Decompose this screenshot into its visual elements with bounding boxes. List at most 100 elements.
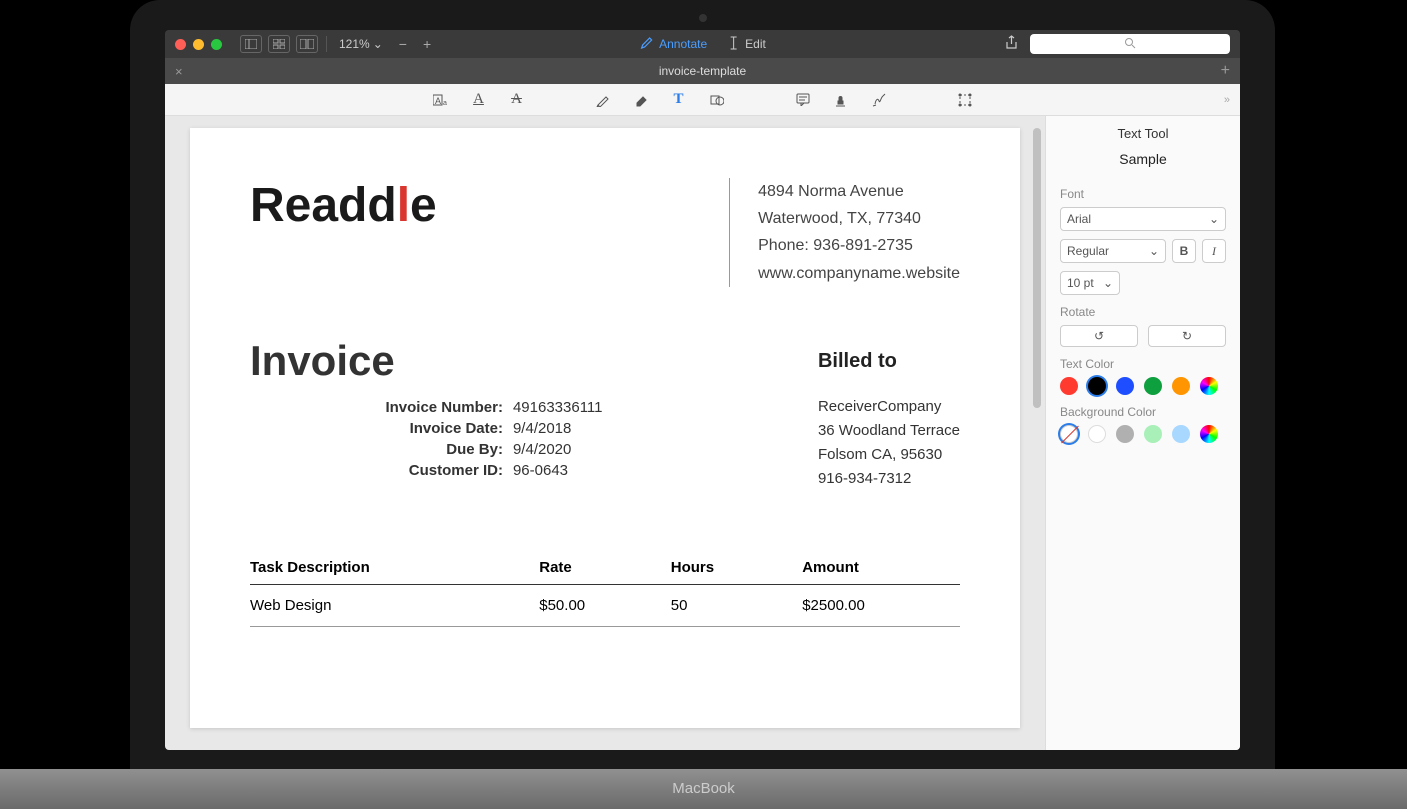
bold-button[interactable]: B xyxy=(1172,239,1196,263)
document-page: Readdle 4894 Norma Avenue Waterwood, TX,… xyxy=(190,128,1020,728)
annotate-mode-button[interactable]: Annotate xyxy=(639,36,707,53)
window-controls xyxy=(175,39,222,50)
billed-to-heading: Billed to xyxy=(818,345,960,377)
tab-title: invoice-template xyxy=(659,64,746,78)
shape-tool[interactable] xyxy=(707,90,727,110)
stamp-tool[interactable] xyxy=(831,90,851,110)
text-color-color-picker[interactable] xyxy=(1200,377,1218,395)
scrollbar[interactable] xyxy=(1033,128,1041,408)
company-phone: Phone: 936-891-2735 xyxy=(758,232,960,259)
bg-color-swatch[interactable] xyxy=(1088,425,1106,443)
tabbar: × invoice-template + xyxy=(165,58,1240,84)
chevron-down-icon: ⌄ xyxy=(1103,276,1113,290)
edit-mode-button[interactable]: Edit xyxy=(727,36,766,53)
sample-text: Sample xyxy=(1060,151,1226,167)
invoice-date-label: Invoice Date: xyxy=(250,420,503,437)
laptop-brand-label: MacBook xyxy=(672,780,735,797)
zoom-in-button[interactable]: + xyxy=(419,36,435,52)
share-button[interactable] xyxy=(1005,35,1018,53)
rotate-ccw-button[interactable]: ↺ xyxy=(1060,325,1138,347)
sidebar-toggle-button[interactable] xyxy=(240,35,262,53)
tab-close-button[interactable]: × xyxy=(165,64,193,79)
font-label: Font xyxy=(1060,187,1226,201)
col-task: Task Description xyxy=(250,559,539,576)
annotation-toolbar: Aa A A T » xyxy=(165,84,1240,116)
zoom-dropdown[interactable]: 121%⌄ xyxy=(335,37,387,51)
rotate-label: Rotate xyxy=(1060,305,1226,319)
billed-to-address-1: 36 Woodland Terrace xyxy=(818,419,960,443)
thumbnails-button[interactable] xyxy=(268,35,290,53)
italic-button[interactable]: I xyxy=(1202,239,1226,263)
svg-text:A: A xyxy=(435,96,441,106)
chevron-down-icon: ⌄ xyxy=(373,37,383,51)
signature-tool[interactable] xyxy=(869,90,889,110)
col-rate: Rate xyxy=(539,559,670,576)
main-area: Readdle 4894 Norma Avenue Waterwood, TX,… xyxy=(165,116,1240,750)
app-window: 121%⌄ − + Annotate Edit xyxy=(165,30,1240,750)
text-tool[interactable]: T xyxy=(669,90,689,110)
window-maximize-button[interactable] xyxy=(211,39,222,50)
cell-task: Web Design xyxy=(250,597,539,614)
bg-color-swatch[interactable] xyxy=(1060,425,1078,443)
text-tool-panel: Text Tool Sample Font Arial⌄ Regular⌄ B … xyxy=(1045,116,1240,750)
document-viewport[interactable]: Readdle 4894 Norma Avenue Waterwood, TX,… xyxy=(165,116,1045,750)
rotate-cw-button[interactable]: ↻ xyxy=(1148,325,1226,347)
invoice-number-value: 49163336111 xyxy=(513,399,738,416)
pen-icon xyxy=(639,36,653,53)
company-info: 4894 Norma Avenue Waterwood, TX, 77340 P… xyxy=(729,178,960,287)
col-amount: Amount xyxy=(802,559,960,576)
bg-color-swatch[interactable] xyxy=(1116,425,1134,443)
tab-add-button[interactable]: + xyxy=(1211,62,1240,80)
text-color-row xyxy=(1060,377,1226,395)
col-hours: Hours xyxy=(671,559,802,576)
font-style-select[interactable]: Regular⌄ xyxy=(1060,239,1166,263)
rotate-cw-icon: ↻ xyxy=(1182,329,1192,343)
text-color-swatch[interactable] xyxy=(1172,377,1190,395)
strikethrough-tool[interactable]: A xyxy=(507,90,527,110)
window-minimize-button[interactable] xyxy=(193,39,204,50)
pencil-tool[interactable] xyxy=(593,90,613,110)
bg-color-color-picker[interactable] xyxy=(1200,425,1218,443)
window-close-button[interactable] xyxy=(175,39,186,50)
search-input[interactable] xyxy=(1030,34,1230,54)
selection-tool[interactable] xyxy=(955,90,975,110)
text-cursor-icon xyxy=(727,36,739,53)
bg-color-swatch[interactable] xyxy=(1144,425,1162,443)
billed-to-phone: 916-934-7312 xyxy=(818,467,960,491)
cell-rate: $50.00 xyxy=(539,597,670,614)
invoice-table: Task Description Rate Hours Amount Web D… xyxy=(250,551,960,627)
text-color-swatch[interactable] xyxy=(1088,377,1106,395)
zoom-out-button[interactable]: − xyxy=(395,36,411,52)
bg-color-row xyxy=(1060,425,1226,443)
due-by-label: Due By: xyxy=(250,441,503,458)
text-color-swatch[interactable] xyxy=(1116,377,1134,395)
collapse-panel-button[interactable]: » xyxy=(1224,94,1230,106)
customer-id-label: Customer ID: xyxy=(250,462,503,479)
cell-hours: 50 xyxy=(671,597,802,614)
text-color-label: Text Color xyxy=(1060,357,1226,371)
bg-color-label: Background Color xyxy=(1060,405,1226,419)
text-color-swatch[interactable] xyxy=(1060,377,1078,395)
text-color-swatch[interactable] xyxy=(1144,377,1162,395)
invoice-number-label: Invoice Number: xyxy=(250,399,503,416)
underline-tool[interactable]: A xyxy=(469,90,489,110)
laptop-frame: 121%⌄ − + Annotate Edit xyxy=(130,0,1275,780)
two-page-button[interactable] xyxy=(296,35,318,53)
search-icon xyxy=(1124,37,1136,52)
font-select[interactable]: Arial⌄ xyxy=(1060,207,1226,231)
divider xyxy=(326,36,327,52)
eraser-tool[interactable] xyxy=(631,90,651,110)
rotate-ccw-icon: ↺ xyxy=(1094,329,1104,343)
titlebar: 121%⌄ − + Annotate Edit xyxy=(165,30,1240,58)
panel-title: Text Tool xyxy=(1060,126,1226,141)
chevron-down-icon: ⌄ xyxy=(1209,212,1219,226)
due-by-value: 9/4/2020 xyxy=(513,441,738,458)
invoice-date-value: 9/4/2018 xyxy=(513,420,738,437)
cell-amount: $2500.00 xyxy=(802,597,960,614)
bg-color-swatch[interactable] xyxy=(1172,425,1190,443)
note-tool[interactable] xyxy=(793,90,813,110)
company-logo: Readdle xyxy=(250,178,679,233)
company-address-1: 4894 Norma Avenue xyxy=(758,178,960,205)
font-size-select[interactable]: 10 pt⌄ xyxy=(1060,271,1120,295)
text-style-tool[interactable]: Aa xyxy=(431,90,451,110)
